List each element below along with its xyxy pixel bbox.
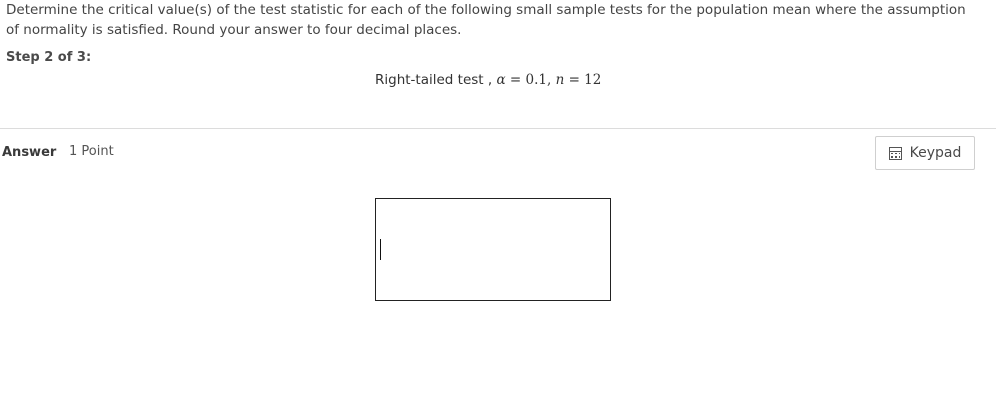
keypad-button[interactable]: Keypad	[875, 136, 975, 170]
answer-label: Answer	[2, 145, 57, 160]
question-page: Determine the critical value(s) of the t…	[0, 0, 996, 400]
step-indicator: Step 2 of 3:	[6, 50, 92, 65]
answer-input[interactable]	[375, 198, 611, 301]
keypad-label: Keypad	[909, 145, 962, 161]
calculator-icon	[888, 146, 902, 160]
alpha-value: = 0.1,	[509, 72, 552, 88]
prompt-text: Right-tailed test ,	[375, 72, 493, 88]
section-divider	[0, 128, 996, 129]
question-text: Determine the critical value(s) of the t…	[6, 2, 966, 38]
question-prompt: Right-tailed test , α = 0.1, n = 12	[375, 72, 601, 88]
alpha-symbol: α	[496, 72, 506, 88]
n-symbol: n	[555, 72, 565, 88]
prompt-math: α = 0.1, n = 12	[496, 72, 601, 88]
points-label: 1 Point	[69, 144, 114, 159]
n-value: = 12	[568, 72, 602, 88]
text-caret	[380, 239, 381, 260]
